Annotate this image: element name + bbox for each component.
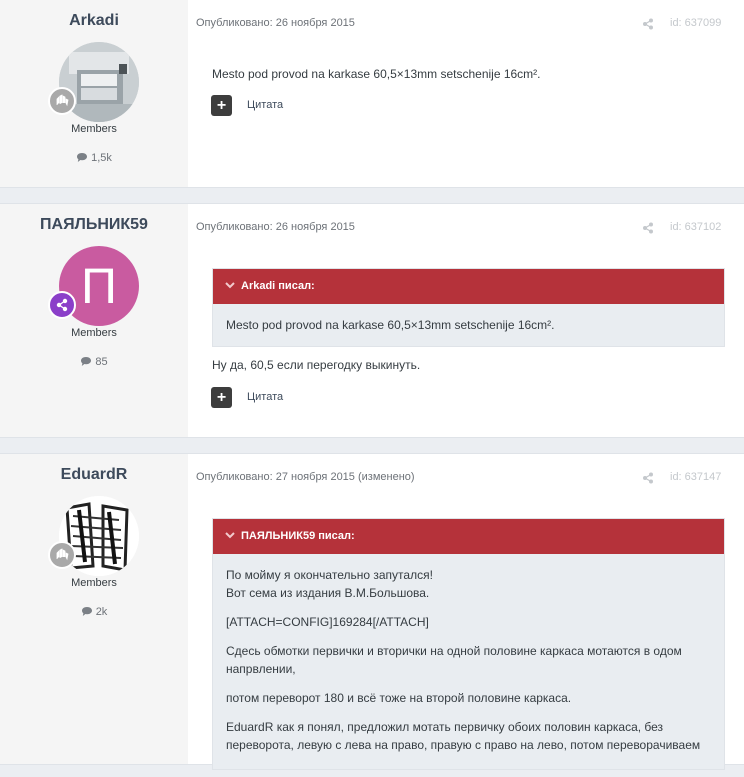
comment-icon	[81, 357, 92, 366]
post-id[interactable]: id: 637099	[670, 17, 721, 29]
quote-line: Вот сема из издания В.М.Большова.	[226, 586, 430, 600]
post-3: EduardR Members 2k Опубликовано: 27 нояб…	[0, 453, 744, 770]
author-panel: EduardR Members 2k	[0, 454, 188, 764]
quote-block: ПАЯЛЬНИК59 писал: По мойму я окончательн…	[212, 518, 725, 770]
quote-button[interactable]: Цитата	[247, 391, 283, 403]
post-date[interactable]: Опубликовано: 27 ноября 2015 (изменено)	[196, 471, 415, 483]
chevron-down-icon	[225, 519, 235, 554]
post-content: Ну да, 60,5 если перегодку выкинуть.	[212, 358, 421, 372]
quote-block: Arkadi писал: Mesto pod provod na karkas…	[212, 268, 725, 347]
post-date[interactable]: Опубликовано: 26 ноября 2015	[196, 17, 355, 29]
rank-badge-icon	[48, 541, 76, 569]
post-id[interactable]: id: 637147	[670, 471, 721, 483]
quote-header[interactable]: ПАЯЛЬНИК59 писал:	[213, 519, 724, 554]
post-id[interactable]: id: 637102	[670, 221, 721, 233]
quote-body: Mesto pod provod na karkase 60,5×13mm se…	[226, 318, 555, 332]
rank-badge-icon	[48, 291, 76, 319]
chevron-down-icon	[225, 269, 235, 304]
quote-line: потом переворот 180 и всё тоже на второй…	[226, 691, 572, 705]
quote-line: [ATTACH=CONFIG]169284[/ATTACH]	[226, 615, 429, 629]
post-content: Mesto pod provod na karkase 60,5×13mm se…	[212, 67, 541, 81]
comment-icon	[77, 153, 88, 162]
quote-button[interactable]: Цитата	[247, 99, 283, 111]
quote-line: Сдесь обмотки первички и вторички на одн…	[226, 644, 682, 658]
member-group: Members	[71, 123, 117, 135]
quote-body: По мойму я окончательно запутался! Вот се…	[213, 554, 724, 777]
post-1: Arkadi Members 1,5k Опубликовано: 26 ноя…	[0, 0, 744, 188]
share-icon[interactable]	[642, 221, 654, 239]
member-group: Members	[71, 327, 117, 339]
quote-line: По мойму я окончательно запутался!	[226, 568, 433, 582]
quote-line: напрвлении,	[226, 662, 296, 676]
multiquote-add-button[interactable]: +	[211, 95, 232, 116]
share-icon[interactable]	[642, 471, 654, 489]
author-name[interactable]: ПАЯЛЬНИК59	[0, 216, 188, 234]
multiquote-add-button[interactable]: +	[211, 387, 232, 408]
comment-icon	[81, 607, 92, 616]
post-count: 2k	[0, 606, 188, 618]
quote-line: EduardR как я понял, предложил мотать пе…	[226, 720, 664, 734]
author-panel: ПАЯЛЬНИК59 П Members 85	[0, 204, 188, 437]
quote-header[interactable]: Arkadi писал:	[213, 269, 724, 304]
rank-badge-icon	[48, 87, 76, 115]
author-name[interactable]: Arkadi	[0, 12, 188, 30]
author-panel: Arkadi Members 1,5k	[0, 0, 188, 187]
post-date[interactable]: Опубликовано: 26 ноября 2015	[196, 221, 355, 233]
author-name[interactable]: EduardR	[0, 466, 188, 484]
member-group: Members	[71, 577, 117, 589]
post-count: 85	[0, 356, 188, 368]
post-2: ПАЯЛЬНИК59 П Members 85 Опубликовано: 26…	[0, 203, 744, 438]
post-count: 1,5k	[0, 152, 188, 164]
share-icon[interactable]	[642, 17, 654, 35]
